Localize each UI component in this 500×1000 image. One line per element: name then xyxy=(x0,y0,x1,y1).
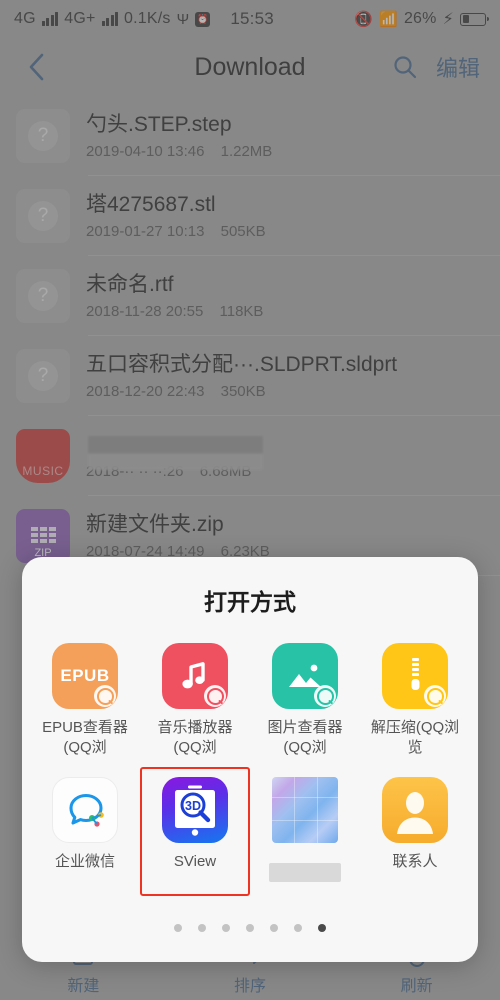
svg-text:3D: 3D xyxy=(185,799,201,813)
censored-label-block xyxy=(269,862,341,882)
page-indicator[interactable] xyxy=(22,924,478,962)
unzip-app-icon xyxy=(382,643,448,709)
page-dot[interactable] xyxy=(318,924,326,932)
page-dot[interactable] xyxy=(270,924,278,932)
app-item-label: 音乐播放器(QQ浏 xyxy=(157,719,233,757)
page-dot[interactable] xyxy=(198,924,206,932)
page-dot[interactable] xyxy=(246,924,254,932)
epub-app-icon: EPUB xyxy=(52,643,118,709)
app-item-epub[interactable]: EPUB EPUB查看器(QQ浏 xyxy=(30,633,140,767)
app-item-wecom[interactable]: 企业微信 xyxy=(30,767,140,896)
qq-browser-badge-icon xyxy=(314,685,336,707)
wecom-app-icon xyxy=(52,776,118,843)
app-item-label: 联系人 xyxy=(392,852,438,870)
app-item-label: 企业微信 xyxy=(54,852,115,870)
qq-browser-badge-icon xyxy=(204,685,226,707)
open-with-dialog: 打开方式 EPUB EPUB查看器(QQ浏 音乐播放器(QQ浏 图片查看器(QQ… xyxy=(22,557,478,962)
app-item-censored[interactable] xyxy=(250,767,360,896)
app-item-contacts[interactable]: 联系人 xyxy=(360,767,470,896)
app-item-label: 解压缩(QQ浏览 xyxy=(370,719,460,757)
sview-3d-app-icon: 3D xyxy=(162,776,228,843)
app-item-sview[interactable]: 3D SView xyxy=(140,766,250,896)
app-item-unzip[interactable]: 解压缩(QQ浏览 xyxy=(360,633,470,767)
app-item-music-player[interactable]: 音乐播放器(QQ浏 xyxy=(140,633,250,767)
phone-screen: 4G 4G+ 0.1K/s Ψ ⏰ 15:53 📵 📶 26% ⚡ Downlo… xyxy=(0,0,500,1000)
app-row-2: 企业微信 3D SView 联系人 xyxy=(30,766,470,896)
dialog-title: 打开方式 xyxy=(204,589,296,615)
page-dot[interactable] xyxy=(222,924,230,932)
qq-browser-badge-icon xyxy=(424,685,446,707)
app-item-image-viewer[interactable]: 图片查看器(QQ浏 xyxy=(250,633,360,767)
app-row-1: EPUB EPUB查看器(QQ浏 音乐播放器(QQ浏 图片查看器(QQ浏 解压缩… xyxy=(30,633,470,767)
music-note-app-icon xyxy=(162,643,228,709)
mosaic-app-icon xyxy=(272,776,338,843)
app-item-label: EPUB查看器(QQ浏 xyxy=(42,719,128,757)
app-chooser-grid[interactable]: EPUB EPUB查看器(QQ浏 音乐播放器(QQ浏 图片查看器(QQ浏 解压缩… xyxy=(22,623,478,896)
app-item-label: 图片查看器(QQ浏 xyxy=(267,719,343,757)
app-item-label-censored xyxy=(254,852,356,888)
page-dot[interactable] xyxy=(294,924,302,932)
contacts-app-icon xyxy=(382,776,448,843)
qq-browser-badge-icon xyxy=(94,685,116,707)
page-dot[interactable] xyxy=(174,924,182,932)
image-viewer-app-icon xyxy=(272,643,338,709)
app-item-label: SView xyxy=(173,852,217,870)
epub-icon-text: EPUB xyxy=(60,666,110,685)
